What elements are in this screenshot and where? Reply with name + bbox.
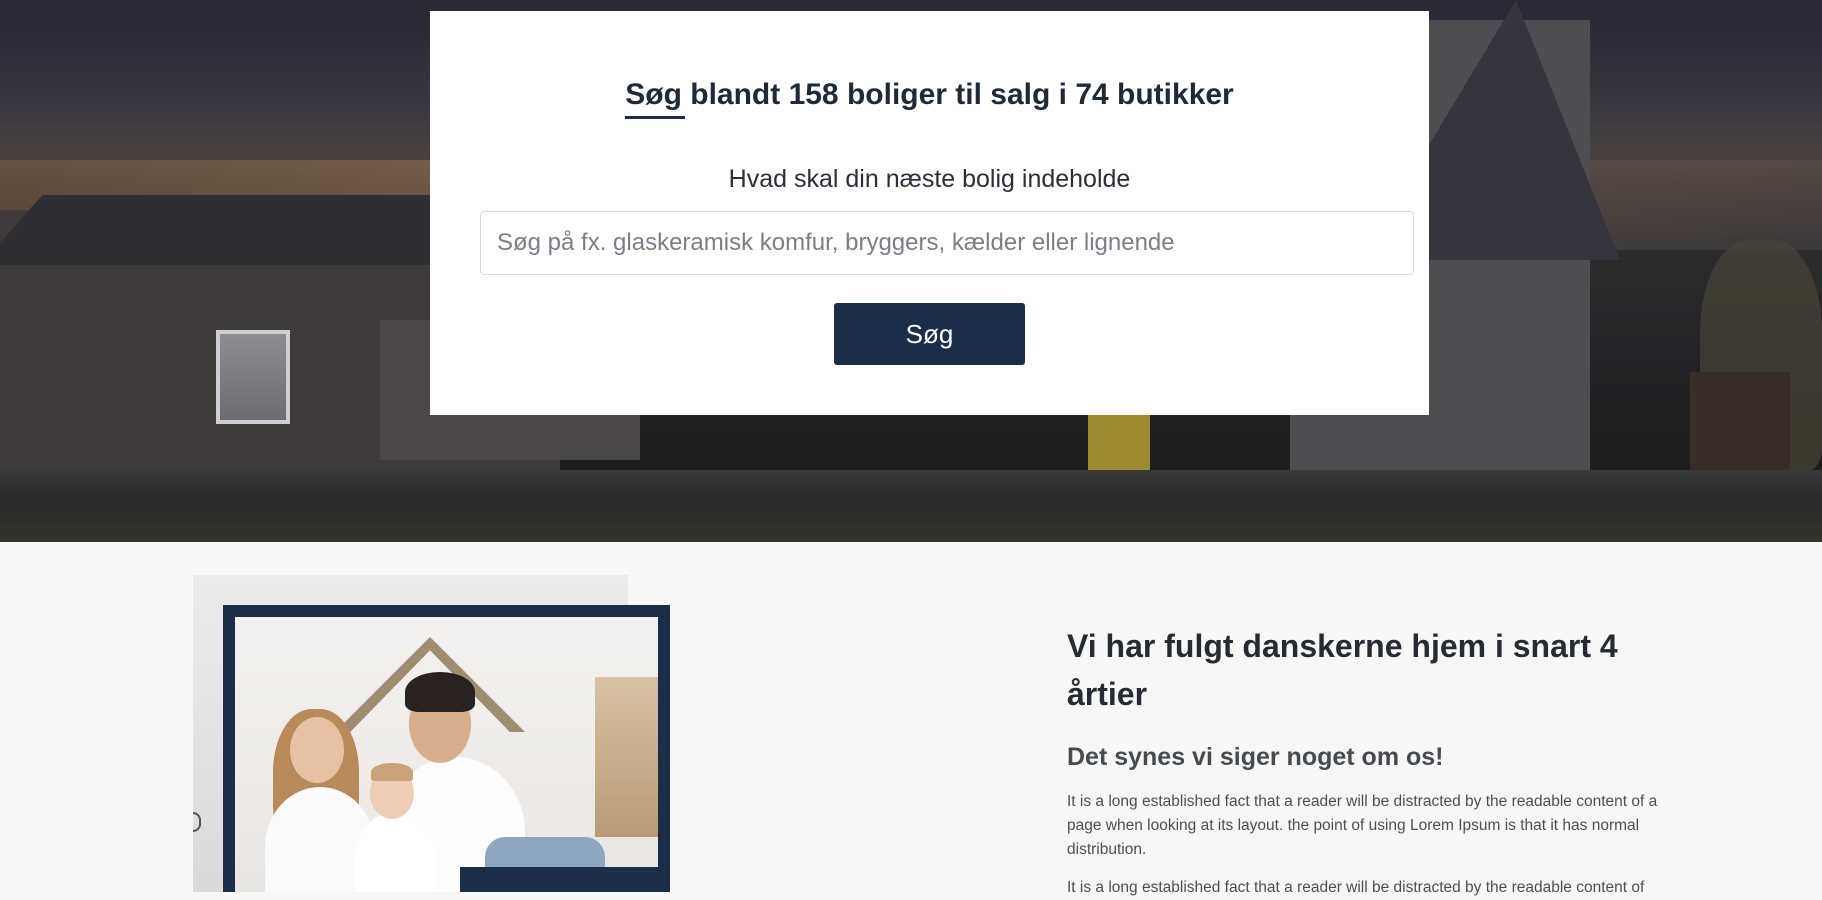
search-subtitle: Hvad skal din næste bolig indeholde: [728, 165, 1131, 193]
about-paragraph: It is a long established fact that a rea…: [1067, 879, 1645, 896]
hero-fence: [1690, 372, 1790, 476]
photo-child-hair: [371, 763, 413, 781]
about-text: Vi har fulgt danskerne hjem i snart 4 år…: [1067, 622, 1667, 900]
about-paragraph: It is a long established fact that a rea…: [1067, 793, 1658, 858]
photo-father-hair: [405, 672, 475, 712]
photo-child-body: [355, 812, 435, 892]
photo-accent-block: [460, 867, 670, 892]
search-title: Søg blandt 158 boliger til salg i 74 but…: [625, 78, 1234, 111]
search-card: Søg blandt 158 boliger til salg i 74 but…: [430, 11, 1429, 415]
hero-section: Søg blandt 158 boliger til salg i 74 but…: [0, 0, 1822, 542]
photo-moving-boxes: [595, 677, 658, 837]
search-button[interactable]: Søg: [834, 303, 1025, 365]
title-underline: [625, 116, 685, 119]
about-section: Vi har fulgt danskerne hjem i snart 4 år…: [0, 542, 1822, 896]
search-input[interactable]: [480, 211, 1414, 275]
about-heading: Vi har fulgt danskerne hjem i snart 4 år…: [1067, 628, 1618, 712]
hero-roof-left: [0, 195, 500, 265]
hero-lawn: [0, 470, 1822, 542]
hero-window: [216, 330, 290, 424]
photo-mother-face: [290, 717, 344, 783]
family-photo: [235, 617, 658, 892]
about-subheading: Det synes vi siger noget om os!: [1067, 743, 1444, 771]
